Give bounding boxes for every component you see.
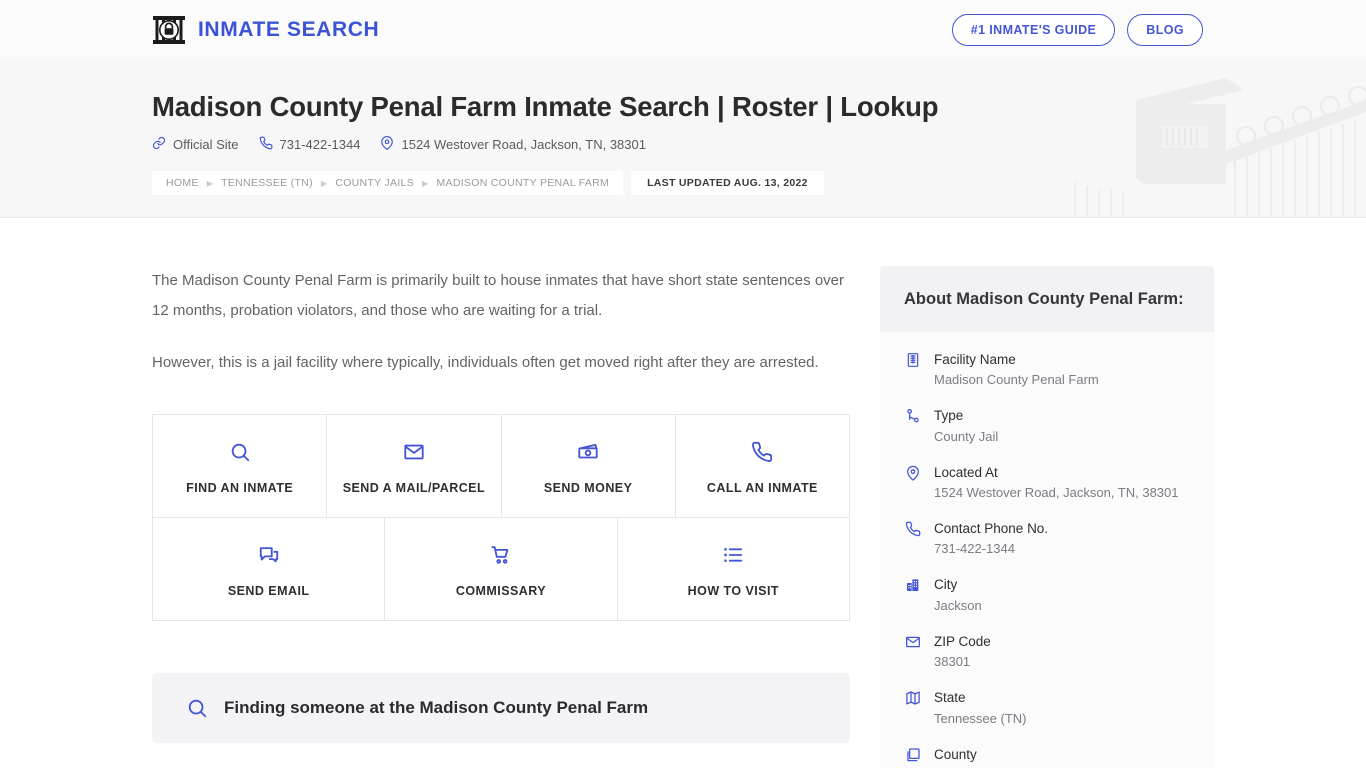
breadcrumb-row: HOME ▶ TENNESSEE (TN) ▶ COUNTY JAILS ▶ M… [152,171,1366,195]
chevron-right-icon: ▶ [206,178,214,188]
page-body: The Madison County Penal Farm is primari… [0,218,1366,768]
finding-someone-accordion[interactable]: Finding someone at the Madison County Pe… [152,673,850,743]
send-money-tile[interactable]: SEND MONEY [501,415,676,518]
call-an-inmate-tile[interactable]: CALL AN INMATE [675,415,850,518]
breadcrumb: HOME ▶ TENNESSEE (TN) ▶ COUNTY JAILS ▶ M… [152,171,624,195]
chat-bubbles-icon [258,544,280,566]
layers-icon [904,745,922,768]
commissary-tile[interactable]: COMMISSARY [385,518,618,621]
quick-actions-grid: FIND AN INMATE SEND A MAIL/PARCEL SEND M… [152,414,850,621]
about-row-city: City Jackson [904,575,1190,615]
about-row-phone: Contact Phone No. 731-422-1344 [904,519,1190,559]
about-value: 731-422-1344 [934,541,1015,557]
about-label: State [934,690,966,706]
breadcrumb-item-current: MADISON COUNTY PENAL FARM [436,177,610,189]
list-icon [722,544,744,566]
link-icon [152,136,166,153]
about-label: Located At [934,464,998,480]
accordion-title: Finding someone at the Madison County Pe… [224,698,649,717]
send-mail-parcel-label: SEND A MAIL/PARCEL [342,481,486,495]
about-row-zip: ZIP Code 38301 [904,632,1190,672]
envelope-icon [904,632,922,672]
how-to-visit-tile[interactable]: HOW TO VISIT [617,518,850,621]
phone-icon [751,441,773,463]
send-email-tile[interactable]: SEND EMAIL [153,518,386,621]
breadcrumb-item-state[interactable]: TENNESSEE (TN) [221,177,313,189]
city-buildings-icon [904,575,922,615]
about-value: Tennessee (TN) [934,710,1027,726]
search-icon [229,441,251,463]
intro-paragraph-2: However, this is a jail facility where t… [152,354,819,371]
about-value: 38301 [934,654,971,670]
send-mail-parcel-tile[interactable]: SEND A MAIL/PARCEL [327,415,502,518]
send-email-label: SEND EMAIL [227,584,310,598]
banknote-icon [577,441,599,463]
hero-phone-label: 731-422-1344 [279,137,361,152]
phone-icon [904,519,922,559]
intro-paragraph-1: The Madison County Penal Farm is primari… [152,272,844,319]
about-row-type: Type County Jail [904,406,1190,446]
chevron-right-icon: ▶ [320,178,328,188]
inmates-guide-button[interactable]: #1 INMATE'S GUIDE [951,14,1116,46]
about-label: Contact Phone No. [934,521,1049,537]
about-value: Jackson [934,597,982,613]
send-money-label: SEND MONEY [543,481,633,495]
hero-phone-link[interactable]: 731-422-1344 [259,136,361,153]
main-content: The Madison County Penal Farm is primari… [152,266,850,743]
map-pin-icon [904,463,922,503]
map-pin-icon [380,136,394,153]
official-site-link[interactable]: Official Site [152,136,239,153]
about-card-heading: About Madison County Penal Farm: [880,266,1214,332]
search-icon [186,697,208,719]
building-icon [904,350,922,390]
quick-actions-row-1: FIND AN INMATE SEND A MAIL/PARCEL SEND M… [153,415,850,518]
phone-icon [259,136,273,153]
find-an-inmate-tile[interactable]: FIND AN INMATE [153,415,328,518]
how-to-visit-label: HOW TO VISIT [687,584,779,598]
shopping-cart-icon [490,544,512,566]
node-branch-icon [904,406,922,446]
find-an-inmate-label: FIND AN INMATE [186,481,294,495]
about-label: Facility Name [934,351,1016,367]
about-label: County [934,746,977,762]
about-row-state: State Tennessee (TN) [904,688,1190,728]
jail-bars-padlock-icon [152,13,186,47]
breadcrumb-item-home[interactable]: HOME [166,177,199,189]
about-card-body: Facility Name Madison County Penal Farm … [880,332,1214,768]
hero-address: 1524 Westover Road, Jackson, TN, 38301 [380,136,646,153]
about-label: Type [934,408,964,424]
blog-button[interactable]: BLOG [1127,14,1203,46]
brand-logo-link[interactable]: INMATE SEARCH [152,13,379,47]
map-icon [904,688,922,728]
envelope-icon [403,441,425,463]
page-title: Madison County Penal Farm Inmate Search … [152,91,939,122]
quick-actions-row-2: SEND EMAIL COMMISSARY HOW TO VISIT [153,518,850,621]
about-card: About Madison County Penal Farm: Facilit… [880,266,1214,768]
about-value: County Jail [934,428,999,444]
hero-banner: Madison County Penal Farm Inmate Search … [0,60,1366,218]
about-value: 1524 Westover Road, Jackson, TN, 38301 [934,484,1179,500]
chevron-right-icon: ▶ [422,178,429,188]
header-actions: #1 INMATE'S GUIDE BLOG [951,14,1203,46]
about-label: ZIP Code [934,633,991,649]
commissary-label: COMMISSARY [455,584,547,598]
brand-name: INMATE SEARCH [198,18,380,41]
hero-address-label: 1524 Westover Road, Jackson, TN, 38301 [401,137,646,152]
about-value: Madison County Penal Farm [934,372,1099,388]
site-header: INMATE SEARCH #1 INMATE'S GUIDE BLOG [0,0,1366,60]
about-label: City [934,577,958,593]
last-updated-badge: LAST UPDATED AUG. 13, 2022 [631,171,824,195]
about-sidebar: About Madison County Penal Farm: Facilit… [880,266,1214,768]
about-row-located-at: Located At 1524 Westover Road, Jackson, … [904,463,1190,503]
breadcrumb-item-county-jails[interactable]: COUNTY JAILS [335,177,414,189]
hero-meta-row: Official Site 731-422-1344 1524 Westover… [152,136,1366,153]
about-row-facility-name: Facility Name Madison County Penal Farm [904,350,1190,390]
official-site-label: Official Site [173,137,239,152]
call-an-inmate-label: CALL AN INMATE [706,481,818,495]
about-row-county: County Madison County [904,745,1190,768]
